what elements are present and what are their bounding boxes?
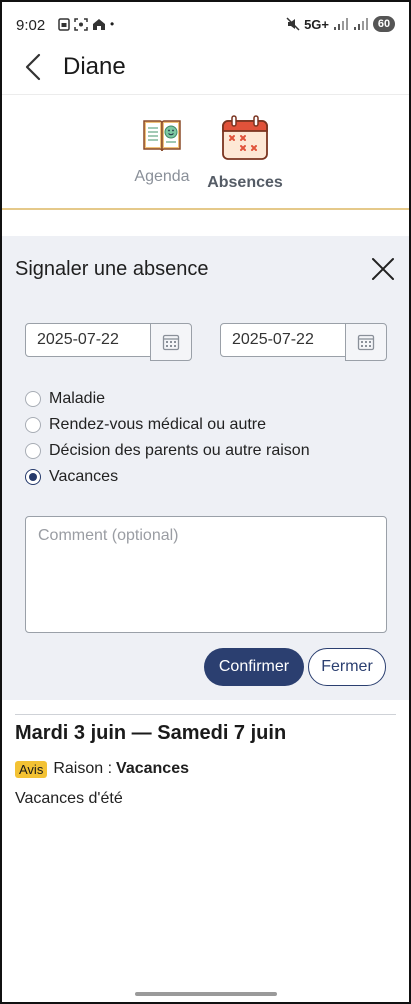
reason-label: Vacances [49,468,119,485]
screenshot-icon [74,17,88,31]
tab-absences[interactable]: Absences [202,113,288,192]
network-type: 5G+ [304,16,329,32]
status-time: 9:02 [16,17,46,34]
sim-icon [58,17,70,31]
tab-divider [2,208,409,210]
radio-button-selected[interactable] [25,469,41,485]
home-indicator[interactable] [135,992,277,996]
reason-option-maladie[interactable]: Maladie [25,390,105,408]
signal-icon-2 [354,17,368,30]
start-date-picker-button[interactable] [150,323,192,361]
panel-title: Signaler une absence [15,258,209,280]
absence-reason-line: Avis Raison : Vacances [15,760,189,778]
mute-icon [286,17,300,31]
signal-icon [334,17,348,30]
battery-icon: 60 [373,16,395,32]
confirm-button[interactable]: Confirmer [204,648,304,686]
calendar-icon [357,334,375,351]
calendar-icon [162,334,180,351]
report-absence-panel: Signaler une absence 2025-07-22 2025-07-… [2,236,409,700]
reason-label: Rendez-vous médical ou autre [49,416,267,433]
tab-absences-label: Absences [207,174,283,191]
page-title: Diane [63,53,126,80]
status-notification-icons: • [58,17,114,31]
close-icon[interactable] [370,256,396,282]
radio-button[interactable] [25,417,41,433]
absence-date-range: Mardi 3 juin — Samedi 7 juin [15,722,287,744]
home-status-icon [93,18,105,30]
radio-button[interactable] [25,391,41,407]
status-badge: Avis [15,760,48,778]
reason-prefix: Raison : [53,760,113,777]
status-right-icons: 5G+ 60 [286,16,395,32]
tab-agenda[interactable]: Agenda [127,113,197,186]
reason-label: Maladie [49,390,106,407]
absence-description: Vacances d'été [15,790,123,807]
calendar-x-icon [222,115,268,160]
book-smiley-icon [143,120,181,152]
reason-option-parents[interactable]: Décision des parents ou autre raison [25,442,310,460]
comment-field[interactable] [25,516,387,633]
close-button[interactable]: Fermer [308,648,386,686]
tab-agenda-label: Agenda [134,168,190,185]
reason-option-medical[interactable]: Rendez-vous médical ou autre [25,416,266,434]
app-header: Diane [0,46,411,94]
record-divider [15,714,396,715]
back-arrow-icon[interactable] [22,52,46,82]
start-date-input[interactable]: 2025-07-22 [25,323,151,357]
reason-label: Décision des parents ou autre raison [49,442,310,459]
reason-option-vacances[interactable]: Vacances [25,468,118,486]
tab-bar: Agenda Absences [2,94,409,210]
status-dot: • [110,17,115,31]
status-bar: 9:02 • 5G+ 60 [0,0,411,46]
end-date-input[interactable]: 2025-07-22 [220,323,346,357]
radio-button[interactable] [25,443,41,459]
reason-value: Vacances [116,760,189,777]
end-date-picker-button[interactable] [345,323,387,361]
